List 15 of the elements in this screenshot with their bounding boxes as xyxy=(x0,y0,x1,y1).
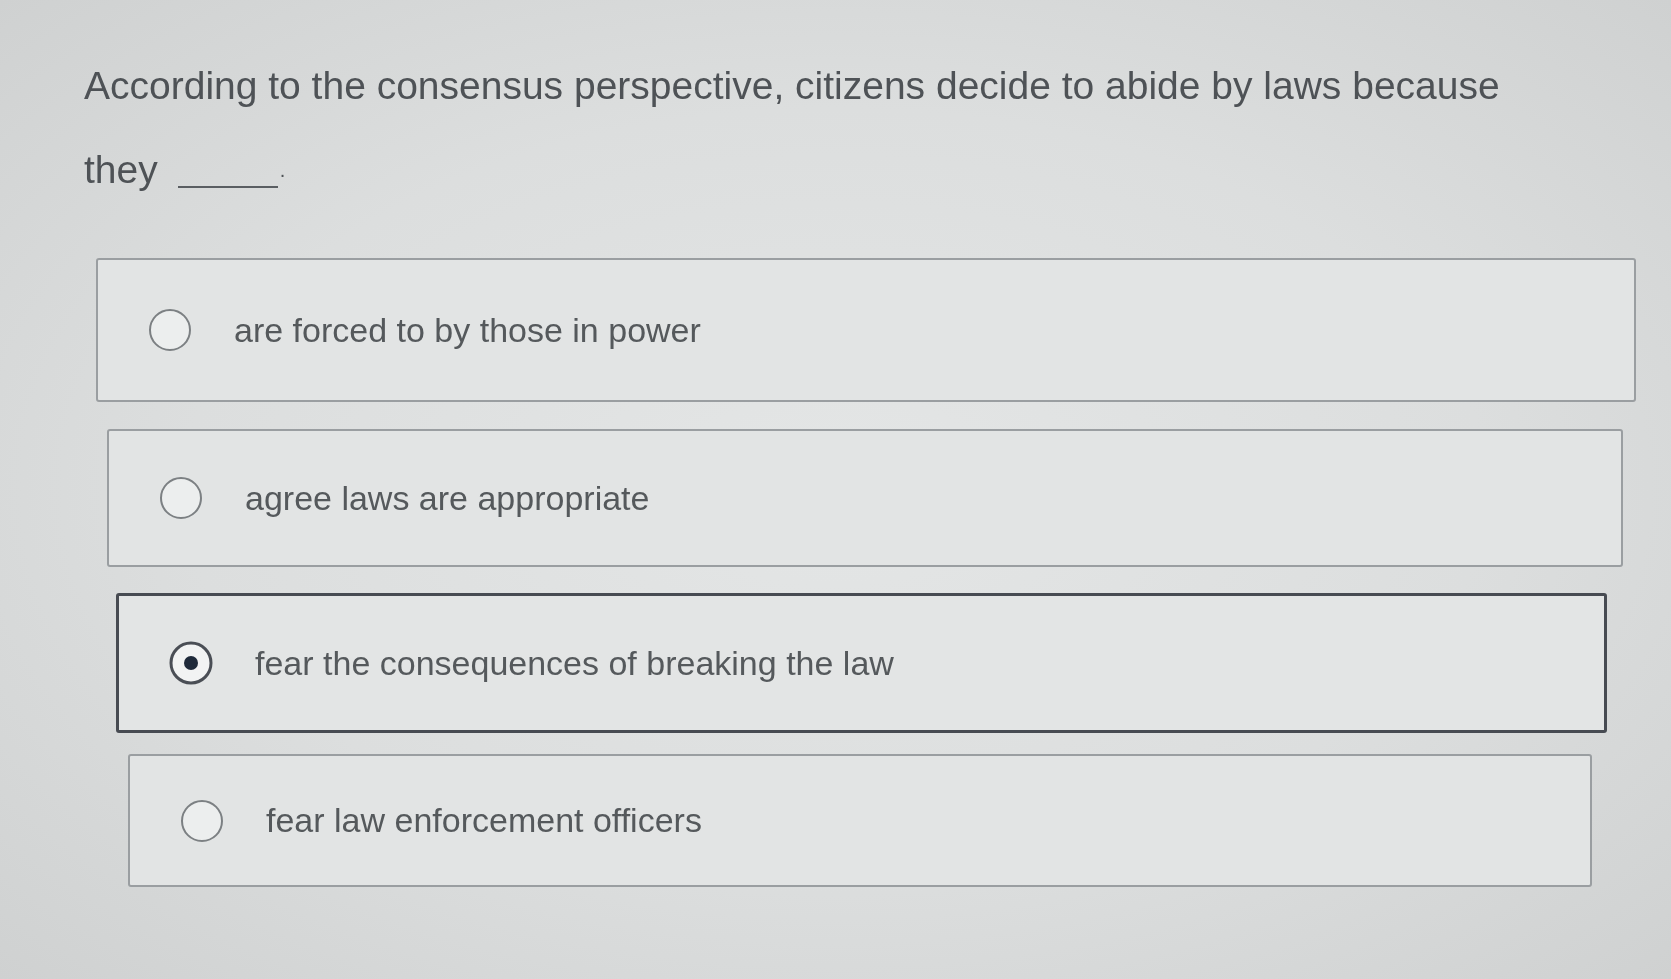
radio-icon[interactable] xyxy=(180,798,224,843)
radio-icon[interactable] xyxy=(148,308,192,352)
option-label: are forced to by those in power xyxy=(234,309,701,351)
answer-option[interactable]: fear the consequences of breaking the law xyxy=(116,593,1607,733)
option-label: fear law enforcement officers xyxy=(266,800,702,841)
question-text: According to the consensus perspective, citizens decide to abide by laws because xyxy=(84,63,1500,109)
answer-option[interactable]: fear law enforcement officers xyxy=(128,754,1592,887)
answer-option[interactable]: agree laws are appropriate xyxy=(107,429,1623,567)
radio-icon[interactable] xyxy=(169,641,213,685)
option-label: fear the consequences of breaking the law xyxy=(255,642,894,684)
answer-option[interactable]: are forced to by those in power xyxy=(96,258,1636,402)
radio-icon[interactable] xyxy=(159,476,203,520)
question-punctuation: . xyxy=(279,158,286,183)
question-text: they xyxy=(84,147,158,193)
option-label: agree laws are appropriate xyxy=(245,477,650,519)
